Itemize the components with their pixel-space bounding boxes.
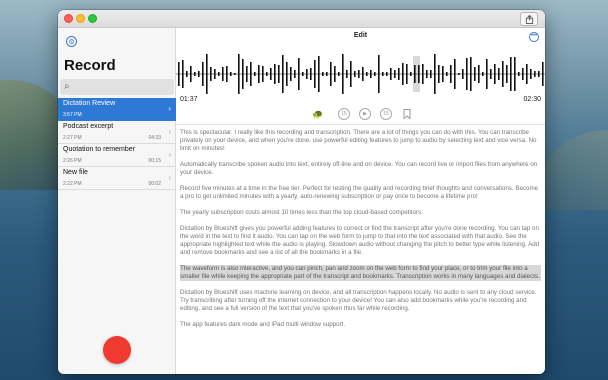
recording-name: New file <box>63 169 88 176</box>
transcript-text[interactable]: This is spectacular. I really like this … <box>180 129 541 337</box>
sidebar: ⚙ Record ⌕ Dictation Review 3:57 PM › Podca… <box>58 28 176 374</box>
divider <box>176 124 545 125</box>
close-window-button[interactable] <box>64 14 73 23</box>
recording-name: Quotation to remember <box>63 146 135 153</box>
forward-15-icon[interactable]: 15 <box>380 108 392 120</box>
chevron-right-icon: › <box>168 173 171 182</box>
app-window: ⚙ Record ⌕ Dictation Review 3:57 PM › Podca… <box>58 10 545 374</box>
list-item[interactable]: Quotation to remember 2:26 PM 00:15 › <box>58 144 176 167</box>
list-item[interactable]: New file 2:22 PM 00:02 › <box>58 167 176 190</box>
recording-duration: 00:02 <box>148 181 161 187</box>
minimize-window-button[interactable] <box>76 14 85 23</box>
recording-date: 2:26 PM <box>63 158 82 164</box>
transcript-paragraph[interactable]: Dictation by Blueshift gives you powerfu… <box>180 225 541 257</box>
play-icon[interactable]: ▶ <box>359 108 371 120</box>
time-start-label: 01:37 <box>180 96 198 103</box>
share-button[interactable] <box>520 12 538 26</box>
recording-duration: 00:15 <box>148 158 161 164</box>
speed-icon[interactable]: 🐢 <box>312 108 324 120</box>
zoom-window-button[interactable] <box>88 14 97 23</box>
transcript-paragraph[interactable]: This is spectacular. I really like this … <box>180 129 541 153</box>
sidebar-title: Record <box>64 57 116 74</box>
bookmark-icon[interactable] <box>401 108 413 120</box>
transcript-paragraph[interactable]: Dictation by Blueshift uses machine lear… <box>180 289 541 313</box>
share-icon <box>525 14 533 24</box>
transcript-paragraph[interactable]: Automatically transcribe spoken audio in… <box>180 161 541 177</box>
recording-duration: 04:33 <box>148 135 161 141</box>
transcript-paragraph[interactable]: Record five minutes at a time in the fre… <box>180 185 541 201</box>
transcript-paragraph[interactable]: The yearly subscription costs almost 10 … <box>180 209 541 217</box>
background-hill-right <box>538 130 608 210</box>
recording-date: 3:57 PM <box>63 112 82 118</box>
list-item[interactable]: Dictation Review 3:57 PM › <box>58 98 176 121</box>
search-field[interactable]: ⌕ <box>60 79 174 95</box>
recording-name: Dictation Review <box>63 100 116 107</box>
transcript-paragraph[interactable]: The waveform is also interactive, and yo… <box>180 265 541 281</box>
transcript-paragraph[interactable]: The app features dark mode and iPad mult… <box>180 321 541 329</box>
chevron-right-icon: › <box>168 104 171 113</box>
recordings-list: Dictation Review 3:57 PM › Podcast excerpt 2… <box>58 98 176 190</box>
time-end-label: 02:30 <box>523 96 541 103</box>
chevron-right-icon: › <box>168 150 171 159</box>
page-title: Edit <box>353 32 368 39</box>
recording-date: 2:22 PM <box>63 181 82 187</box>
recording-name: Podcast excerpt <box>63 123 114 130</box>
list-item[interactable]: Podcast excerpt 2:27 PM 04:33 › <box>58 121 176 144</box>
playback-controls: 🐢 15 ▶ 15 <box>176 108 545 122</box>
recording-date: 2:27 PM <box>63 135 82 141</box>
chevron-right-icon: › <box>168 127 171 136</box>
more-options-icon[interactable]: ••• <box>529 32 539 42</box>
settings-circle-icon[interactable]: ⚙ <box>66 36 77 47</box>
record-button[interactable] <box>103 336 131 364</box>
editor-pane: Edit ••• 01:37 02:30 🐢 15 ▶ 15 This is s… <box>176 28 545 374</box>
rewind-15-icon[interactable]: 15 <box>338 108 350 120</box>
editor-header: Edit ••• <box>176 28 545 46</box>
search-icon: ⌕ <box>64 81 70 92</box>
waveform[interactable] <box>176 54 545 94</box>
titlebar <box>58 10 545 28</box>
